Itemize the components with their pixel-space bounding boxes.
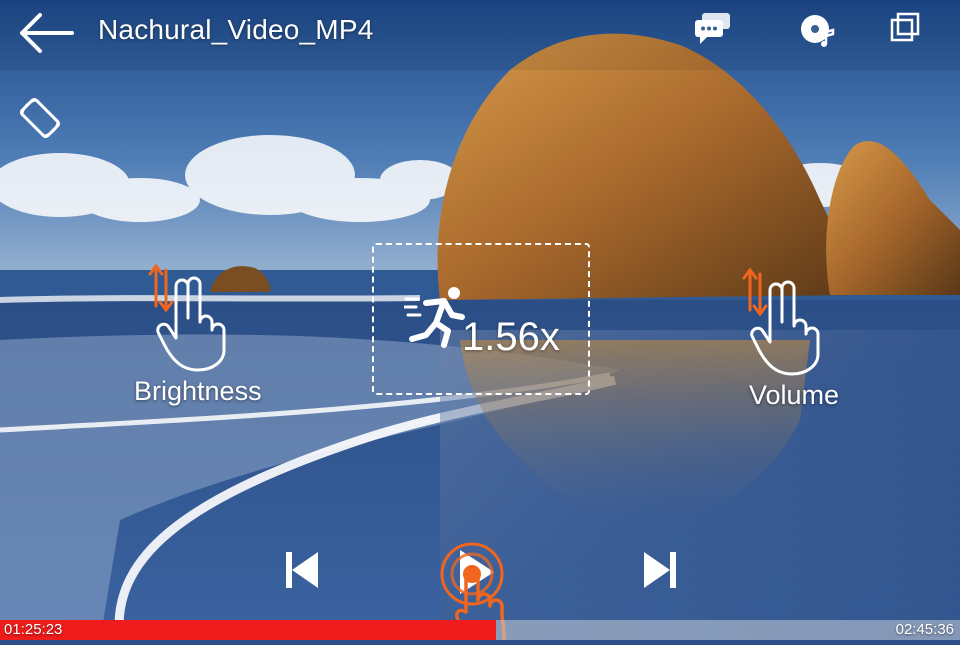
back-arrow-icon — [20, 13, 74, 53]
top-bar: Nachural_Video_MP4 — [0, 0, 960, 70]
subtitles-icon — [695, 13, 730, 44]
next-button[interactable] — [640, 548, 680, 592]
screen-rotate-button[interactable] — [16, 94, 64, 142]
audio-track-icon — [801, 15, 835, 47]
popup-window-icon — [890, 12, 920, 42]
video-title: Nachural_Video_MP4 — [98, 14, 374, 45]
seek-bar-progress — [0, 620, 497, 640]
swipe-vertical-hand-icon — [742, 267, 820, 376]
seek-bar[interactable] — [0, 620, 960, 640]
total-time: 02:45:36 — [895, 621, 954, 638]
skip-previous-icon — [286, 552, 318, 588]
screen-rotate-icon — [19, 97, 61, 139]
current-time: 01:25:23 — [4, 621, 63, 638]
playback-speed-indicator: 1.56x — [372, 243, 590, 395]
audio-track-button[interactable] — [796, 10, 838, 48]
brightness-label: Brightness — [134, 376, 262, 406]
speed-value: 1.56x — [462, 315, 560, 359]
previous-button[interactable] — [282, 548, 322, 592]
back-button[interactable] — [14, 10, 78, 56]
volume-label: Volume — [749, 380, 840, 410]
swipe-vertical-hand-icon — [148, 263, 226, 372]
skip-next-icon — [644, 552, 676, 588]
subtitles-button[interactable] — [692, 10, 734, 48]
popup-window-button[interactable] — [886, 10, 928, 48]
